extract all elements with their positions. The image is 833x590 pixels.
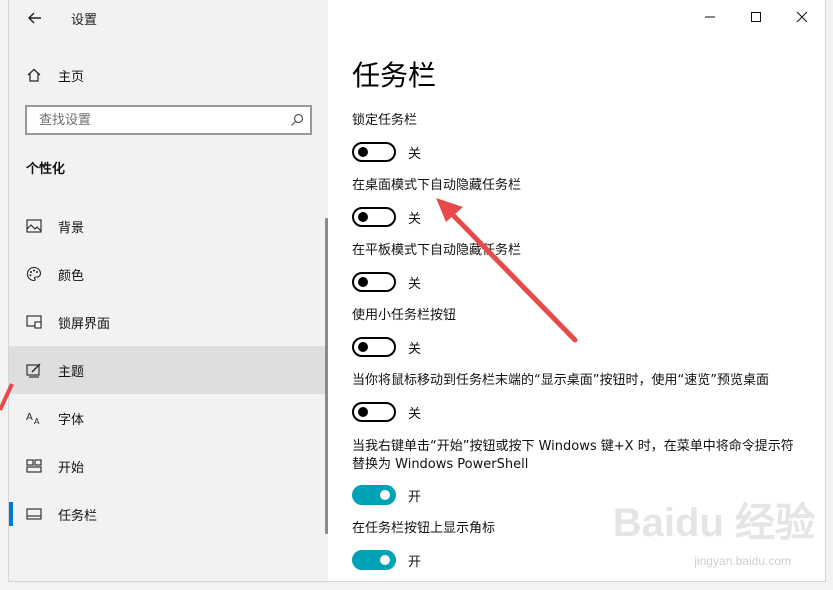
section-title: 个性化 [26,162,66,177]
taskbar-icon [26,506,42,522]
setting-lock-taskbar: 锁定任务栏 关 [352,112,802,162]
setting-peek-desktop: 当你将鼠标移动到任务栏末端的“显示桌面”按钮时，使用“速览”预览桌面 关 [352,372,802,422]
setting-autohide-desktop: 在桌面模式下自动隐藏任务栏 关 [352,177,802,227]
page-title: 任务栏 [352,59,437,92]
setting-label: 锁定任务栏 [352,113,418,128]
toggle-state: 开 [408,489,422,505]
toggle-switch[interactable] [352,485,396,505]
sidebar-item-label: 字体 [58,412,85,428]
svg-text:A: A [34,417,40,426]
watermark-logo: Baidu 经验 [612,501,815,545]
toggle-switch[interactable] [352,207,396,227]
sidebar-item-home[interactable]: 主页 [9,58,328,92]
minimize-icon [705,16,715,18]
close-button[interactable] [779,0,825,34]
sidebar: 设置 主页 个性化 背景 [9,0,328,581]
sidebar-item-label: 颜色 [58,268,85,284]
toggle-knob [358,147,368,157]
sidebar-item-lockscreen[interactable]: 锁屏界面 [9,298,328,346]
setting-label: 当你将鼠标移动到任务栏末端的“显示桌面”按钮时，使用“速览”预览桌面 [352,373,769,388]
sidebar-item-background[interactable]: 背景 [9,202,328,250]
watermark-url: jingyan.baidu.com [694,554,791,568]
close-icon [796,11,808,23]
selected-indicator [9,502,13,526]
sidebar-item-label: 任务栏 [58,508,98,524]
sidebar-item-fonts[interactable]: AA 字体 [9,394,328,442]
font-icon: AA [26,410,42,426]
setting-label: 在平板模式下自动隐藏任务栏 [352,243,522,258]
sidebar-item-themes[interactable]: 主题 [9,346,328,394]
lockscreen-icon [26,314,42,330]
search-icon[interactable] [284,107,310,133]
window-controls [687,0,825,34]
toggle-knob [380,555,390,565]
toggle-switch[interactable] [352,402,396,422]
content-pane: 任务栏 锁定任务栏 关 在桌面模式下自动隐藏任务栏 关 在平板模式下自动隐藏任务… [328,0,825,581]
search-box[interactable] [25,105,312,135]
sidebar-item-label: 背景 [58,220,85,236]
toggle-switch[interactable] [352,272,396,292]
toggle-state: 开 [408,554,422,570]
sidebar-item-label: 主页 [58,69,85,85]
sidebar-item-label: 主题 [58,364,85,380]
sidebar-item-colors[interactable]: 颜色 [9,250,328,298]
sidebar-item-start[interactable]: 开始 [9,442,328,490]
home-icon [26,67,42,83]
toggle-knob [358,212,368,222]
toggle-knob [358,277,368,287]
settings-window: 设置 主页 个性化 背景 [8,0,826,582]
search-input[interactable] [37,111,284,129]
sidebar-item-label: 锁屏界面 [58,316,111,332]
toggle-knob [358,407,368,417]
toggle-state: 关 [408,276,422,292]
setting-autohide-tablet: 在平板模式下自动隐藏任务栏 关 [352,242,802,292]
toggle-state: 关 [408,406,422,422]
toggle-switch[interactable] [352,337,396,357]
setting-small-buttons: 使用小任务栏按钮 关 [352,307,802,357]
maximize-button[interactable] [733,0,779,34]
back-arrow-icon [28,12,41,24]
toggle-knob [358,342,368,352]
toggle-state: 关 [408,211,422,227]
maximize-icon [751,12,761,22]
image-icon [26,218,42,234]
toggle-knob [380,490,390,500]
sidebar-item-taskbar[interactable]: 任务栏 [9,490,328,538]
window-title: 设置 [71,13,98,28]
setting-label: 在桌面模式下自动隐藏任务栏 [352,178,522,193]
back-button[interactable] [21,6,49,30]
theme-icon [26,362,42,378]
start-icon [26,458,42,474]
setting-label: 当我右键单击“开始”按钮或按下 Windows 键+X 时，在菜单中将命令提示符… [352,439,794,472]
setting-label: 使用小任务栏按钮 [352,308,457,323]
toggle-switch[interactable] [352,142,396,162]
svg-text:A: A [26,412,33,423]
toggle-state: 关 [408,341,422,357]
sidebar-nav: 背景 颜色 锁屏界面 主题 A A 字体 开始 任务栏 [9,202,328,538]
toggle-switch[interactable] [352,550,396,570]
palette-icon [26,266,42,282]
minimize-button[interactable] [687,0,733,34]
sidebar-item-label: 开始 [58,460,85,476]
toggle-state: 关 [408,146,422,162]
